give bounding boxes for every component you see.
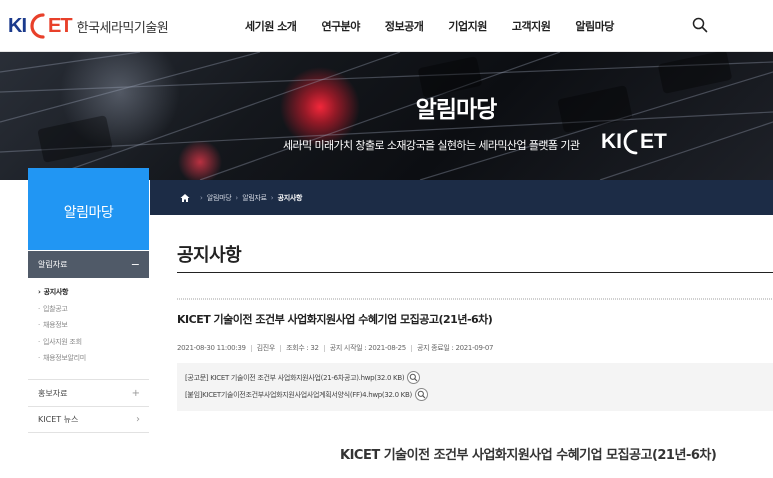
sidebar-item-job-alert[interactable]: · 채용정보알리미 — [28, 350, 149, 367]
banner-subtitle: 세라믹 미래가치 창출로 소재강국을 실현하는 세라믹산업 플랫폼 기관 — [283, 139, 580, 152]
meta-divider — [410, 344, 412, 352]
nav-item-customer[interactable]: 고객지원 — [512, 18, 551, 34]
post-end-date: 공지 종료일 : 2021-09-07 — [416, 344, 494, 352]
sidebar-item-label: 입사지원 조회 — [42, 337, 82, 346]
breadcrumb-separator: › — [270, 193, 274, 202]
chevron-right-icon: › — [38, 288, 41, 297]
attachment-link[interactable]: [붙임]KICET기술이전조건부사업화지원사업사업계획서양식(FF)4.hwp(… — [185, 390, 412, 400]
banner-logo: KI ET — [601, 128, 667, 156]
breadcrumb: › 알림마당 › 알림자료 › 공지사항 — [150, 180, 773, 215]
logo-et-text: ET — [48, 14, 73, 37]
logo-ki-text: KI — [8, 14, 27, 37]
meta-divider — [280, 344, 282, 352]
preview-search-icon[interactable] — [407, 371, 421, 384]
hero-banner: 알림마당 세라믹 미래가치 창출로 소재강국을 실현하는 세라믹산업 플랫폼 기… — [0, 52, 773, 180]
post-body-heading: KICET 기술이전 조건부 사업화지원사업 수혜기업 모집공고(21년-6차) — [340, 448, 717, 463]
sidebar-item-notices[interactable]: › 공지사항 — [28, 284, 149, 301]
sidebar-item-bids[interactable]: · 입찰공고 — [28, 301, 149, 318]
nav-item-info[interactable]: 정보공개 — [385, 18, 424, 34]
main-nav: 세기원 소개 연구분야 정보공개 기업지원 고객지원 알림마당 — [245, 0, 639, 52]
site-header: KI ET 한국세라믹기술원 세기원 소개 연구분야 정보공개 기업지원 고객지… — [0, 0, 773, 52]
sidebar-group-label: 알림자료 — [38, 260, 68, 269]
page-title: 공지사항 — [177, 245, 242, 266]
nav-item-business[interactable]: 기업지원 — [448, 18, 487, 34]
bullet-icon: · — [38, 304, 40, 313]
home-icon[interactable] — [180, 193, 190, 203]
post-date: 2021-08-30 11:00:39 — [177, 344, 246, 352]
meta-divider — [250, 344, 252, 352]
sidebar-menu-label: 홍보자료 — [38, 388, 68, 398]
breadcrumb-item-notice-data[interactable]: 알림자료 — [242, 193, 267, 203]
plus-icon: + — [131, 387, 140, 399]
sidebar-menu-label: KICET 뉴스 — [38, 415, 79, 424]
post-author: 김진우 — [256, 344, 276, 352]
nav-item-about[interactable]: 세기원 소개 — [245, 18, 297, 34]
breadcrumb-separator: › — [235, 193, 239, 202]
sidebar-item-label: 채용정보 — [42, 321, 68, 330]
sidebar-title: 알림마당 — [28, 168, 149, 250]
breadcrumb-separator: › — [200, 193, 203, 202]
bullet-icon: · — [38, 337, 40, 346]
sidebar-submenu: › 공지사항 · 입찰공고 · 채용정보 · 입사지원 조회 · 채용정보알리미 — [28, 284, 149, 367]
attachment-link[interactable]: [공고문] KICET 기술이전 조건부 사업화지원사업(21-6차공고).hw… — [185, 373, 405, 383]
title-divider — [177, 272, 773, 273]
post-views: 조회수 : 32 — [286, 344, 319, 352]
chevron-right-icon: › — [136, 414, 140, 425]
banner-logo-ki: KI — [601, 130, 622, 153]
meta-divider — [323, 344, 325, 352]
banner-logo-c-mark — [623, 129, 638, 155]
nav-item-research[interactable]: 연구분야 — [321, 18, 360, 34]
dotted-divider — [177, 298, 773, 300]
search-icon[interactable] — [692, 17, 708, 33]
breadcrumb-item-notice-board[interactable]: 알림마당 — [207, 193, 232, 203]
sidebar-menu-news[interactable]: KICET 뉴스 › — [28, 406, 149, 433]
breadcrumb-item-current[interactable]: 공지사항 — [278, 193, 303, 203]
sidebar-menu-pr[interactable]: 홍보자료 + — [28, 379, 149, 406]
banner-title: 알림마당 — [415, 97, 498, 123]
bullet-icon: · — [38, 354, 40, 363]
post-start-date: 공지 시작일 : 2021-08-25 — [329, 344, 407, 352]
site-logo[interactable]: KI ET 한국세라믹기술원 — [8, 9, 169, 43]
post-title: KICET 기술이전 조건부 사업화지원사업 수혜기업 모집공고(21년-6차) — [177, 313, 493, 326]
sidebar-item-label: 공지사항 — [43, 288, 69, 297]
org-name: 한국세라믹기술원 — [76, 20, 169, 36]
attachment-item: [붙임]KICET기술이전조건부사업화지원사업사업계획서양식(FF)4.hwp(… — [185, 386, 773, 403]
attachment-list: [공고문] KICET 기술이전 조건부 사업화지원사업(21-6차공고).hw… — [177, 363, 773, 411]
preview-search-icon[interactable] — [414, 388, 428, 401]
sidebar-item-application-check[interactable]: · 입사지원 조회 — [28, 334, 149, 351]
sidebar-item-label: 입찰공고 — [42, 304, 68, 313]
sidebar-item-jobs[interactable]: · 채용정보 — [28, 317, 149, 334]
nav-item-notice[interactable]: 알림마당 — [575, 18, 614, 34]
logo-c-mark — [27, 11, 47, 41]
sidebar-item-label: 채용정보알리미 — [42, 354, 86, 363]
collapse-icon: − — [130, 258, 140, 271]
banner-logo-et: ET — [640, 130, 667, 153]
bullet-icon: · — [38, 321, 40, 330]
post-meta: 2021-08-30 11:00:39 김진우 조회수 : 32 공지 시작일 … — [177, 343, 493, 353]
attachment-item: [공고문] KICET 기술이전 조건부 사업화지원사업(21-6차공고).hw… — [185, 369, 773, 386]
sidebar-group-notice-data[interactable]: 알림자료 − — [28, 251, 149, 278]
